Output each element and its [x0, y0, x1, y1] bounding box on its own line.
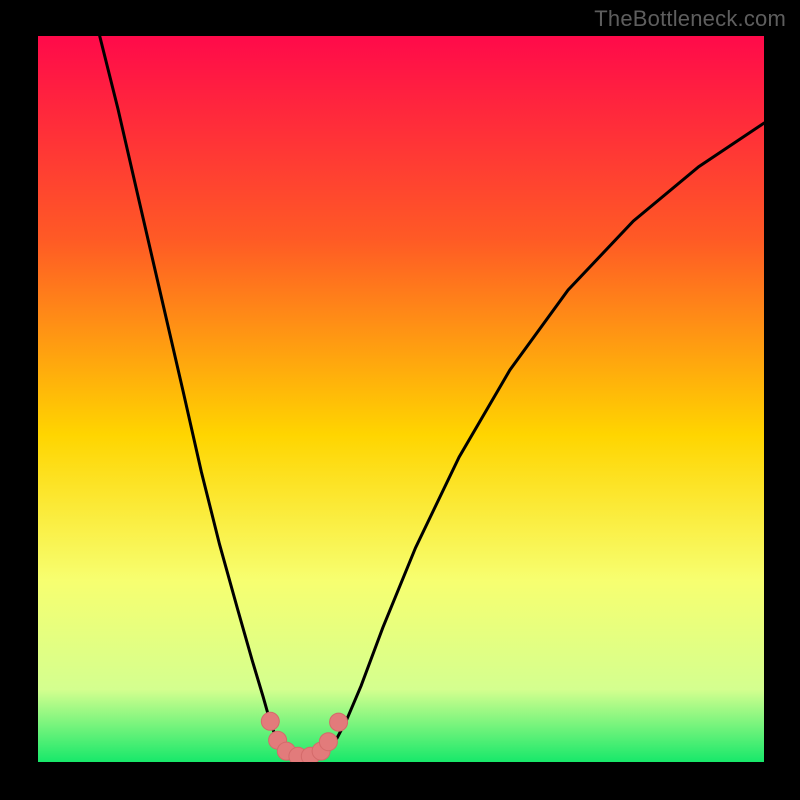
bottleneck-chart: [38, 36, 764, 762]
chart-frame: TheBottleneck.com: [0, 0, 800, 800]
marker-dot: [319, 733, 337, 751]
marker-dot: [261, 712, 279, 730]
plot-background: [38, 36, 764, 762]
marker-dot: [330, 713, 348, 731]
watermark-text: TheBottleneck.com: [594, 6, 786, 32]
